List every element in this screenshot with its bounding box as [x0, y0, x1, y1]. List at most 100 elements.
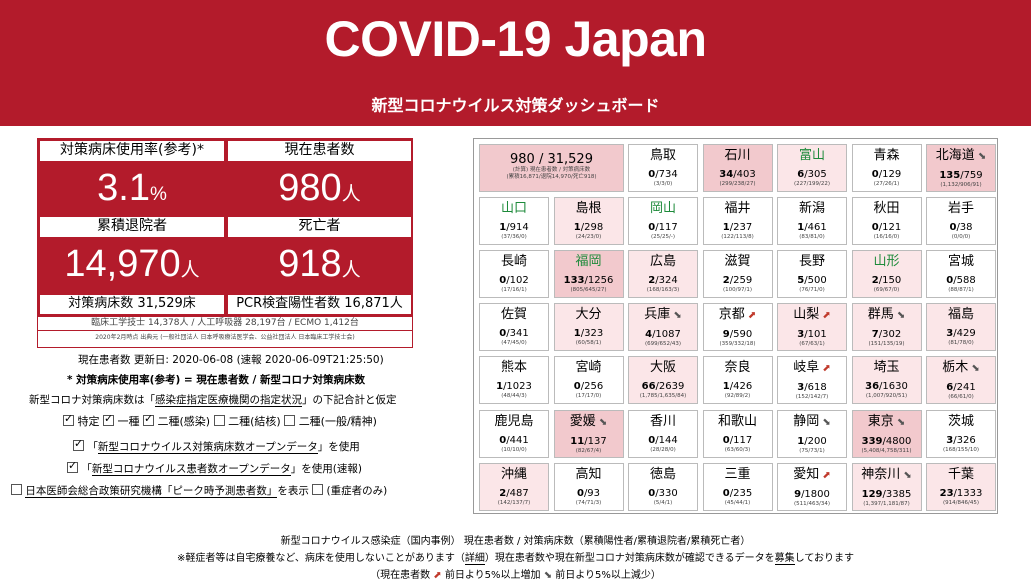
prefecture-cell[interactable]: 岡山 0/117 (25/25/-) — [628, 197, 698, 246]
prefecture-cell[interactable]: 福井 1/237 (122/113/8) — [702, 197, 773, 246]
prefecture-cell[interactable]: 愛媛 ⬊ 11/137 (82/67/4) — [553, 409, 624, 458]
beds-open-data-link[interactable]: 新型コロナウイルス対策病床数オープンデータ — [97, 441, 318, 454]
increase-arrow-icon: ⬈ — [819, 363, 831, 375]
prefecture-breakdown: (25/25/-) — [651, 234, 675, 241]
prefecture-name: 神奈川 ⬊ — [861, 466, 912, 482]
recruit-link[interactable]: 募集 — [774, 553, 795, 565]
prefecture-cell[interactable]: 群馬 ⬊ 7/302 (151/135/19) — [851, 303, 922, 352]
prefecture-cell[interactable]: 埼玉 36/1630 (1,007/920/51) — [851, 356, 922, 405]
prefecture-name: 富山 — [798, 148, 825, 163]
prefecture-cell[interactable]: 三重 0/235 (45/44/1) — [702, 462, 773, 511]
patients-open-data-link[interactable]: 新型コロナウイルス患者数オープンデータ — [91, 463, 291, 476]
prefecture-count: 0/256 — [573, 381, 604, 393]
prefecture-cell[interactable]: 青森 0/129 (27/26/1) — [851, 144, 922, 192]
prefecture-breakdown: (16/16/0) — [873, 234, 900, 241]
prefecture-breakdown: (24/23/0) — [575, 234, 602, 241]
prefecture-name: 愛媛 ⬊ — [569, 413, 608, 429]
prefecture-cell[interactable]: 北海道 ⬊ 135/759 (1,132/906/91) — [926, 144, 996, 192]
discharged-label: 累積退院者 — [40, 217, 224, 237]
prefecture-cell[interactable]: 広島 2/324 (168/163/3) — [628, 250, 698, 299]
prefecture-count: 23/1333 — [939, 487, 983, 499]
prefecture-cell[interactable]: 神奈川 ⬊ 129/3385 (1,397/1,181/87) — [851, 462, 922, 511]
prefecture-cell[interactable]: 福島 3/429 (81/78/0) — [926, 303, 996, 352]
prefecture-cell[interactable]: 新潟 1/461 (83/81/0) — [777, 197, 847, 246]
prefecture-grid: 980 / 31,529 (計算) 現在患者数 / 対策病床数 (累積16,87… — [473, 138, 998, 514]
prefecture-count: 11/137 — [570, 435, 607, 447]
prefecture-cell[interactable]: 石川 34/403 (299/238/27) — [702, 144, 773, 192]
prefecture-breakdown: (69/67/0) — [873, 287, 900, 294]
prefecture-breakdown: (168/163/3) — [646, 287, 680, 294]
prefecture-cell[interactable]: 長崎 0/102 (17/16/1) — [479, 250, 549, 299]
prefecture-cell[interactable]: 兵庫 ⬊ 4/1087 (699/652/43) — [628, 303, 698, 352]
prefecture-cell[interactable]: 宮崎 0/256 (17/17/0) — [553, 356, 624, 405]
prefecture-count: 0/38 — [949, 222, 973, 234]
checkbox-nishu-ippan[interactable] — [284, 415, 296, 426]
prefecture-name: 福岡 — [575, 254, 602, 270]
prefecture-cell[interactable]: 山口 1/914 (37/36/0) — [479, 197, 549, 246]
prefecture-cell[interactable]: 滋賀 2/259 (100/97/1) — [702, 250, 773, 299]
beds-source-link[interactable]: 感染症指定医療機関の指定状況 — [155, 394, 302, 407]
prefecture-cell[interactable]: 大阪 66/2639 (1,785/1,635/84) — [628, 356, 698, 405]
prefecture-breakdown: (5,408/4,758/311) — [861, 447, 912, 454]
checkbox-beds-open-data[interactable] — [73, 437, 84, 451]
prefecture-cell[interactable]: 鹿児島 0/441 (10/10/0) — [479, 409, 549, 458]
prefecture-cell[interactable]: 熊本 1/1023 (48/44/3) — [479, 356, 549, 405]
prefecture-cell[interactable]: 富山 6/305 (227/199/22) — [777, 144, 847, 192]
prefecture-count: 3/326 — [946, 434, 976, 446]
checkbox-nishu-kekkaku[interactable] — [213, 415, 225, 426]
prefecture-cell[interactable]: 岐阜 ⬈ 3/618 (152/142/7) — [777, 356, 847, 405]
current-patients-value: 980人 — [278, 167, 361, 209]
prefecture-cell[interactable]: 岩手 0/38 (0/0/0) — [926, 197, 996, 246]
prefecture-count: 2/324 — [648, 275, 678, 287]
prefecture-cell[interactable]: 千葉 23/1333 (914/846/45) — [926, 462, 996, 511]
prefecture-cell[interactable]: 長野 5/500 (76/71/0) — [777, 250, 847, 299]
peak-prediction-link[interactable]: 日本医師会総合政策研究機構「ピーク時予測患者数」 — [25, 485, 278, 498]
detail-link[interactable]: 詳細 — [464, 553, 485, 565]
prefecture-name: 山形 — [873, 254, 900, 270]
prefecture-name: 茨城 — [947, 413, 974, 429]
checkbox-severe-only[interactable] — [312, 484, 324, 495]
prefecture-cell[interactable]: 秋田 0/121 (16/16/0) — [851, 197, 922, 246]
prefecture-cell[interactable]: 島根 1/298 (24/23/0) — [553, 197, 624, 246]
prefecture-cell[interactable]: 沖縄 2/487 (142/137/7) — [479, 462, 549, 511]
checkbox-peak-prediction[interactable] — [11, 484, 22, 495]
checkbox-tokutei[interactable] — [63, 412, 74, 426]
prefecture-breakdown: (100/97/1) — [723, 287, 752, 294]
total-cell[interactable]: 980 / 31,529 (計算) 現在患者数 / 対策病床数 (累積16,87… — [479, 144, 624, 192]
checkbox-nishu-kansen[interactable] — [143, 412, 154, 426]
prefecture-cell[interactable]: 宮城 0/588 (88/87/1) — [926, 250, 996, 299]
prefecture-name: 福井 — [724, 201, 751, 217]
prefecture-cell[interactable]: 佐賀 0/341 (47/45/0) — [479, 303, 549, 352]
checkbox-patients-open-data[interactable] — [67, 459, 78, 473]
decrease-arrow-icon: ⬊ — [968, 363, 980, 375]
prefecture-cell[interactable]: 京都 ⬈ 9/590 (359/332/18) — [702, 303, 773, 352]
prefecture-cell[interactable]: 山梨 ⬈ 3/101 (67/63/1) — [777, 303, 847, 352]
prefecture-cell[interactable]: 鳥取 0/734 (3/3/0) — [628, 144, 698, 192]
prefecture-breakdown: (1,132/906/91) — [940, 182, 982, 188]
prefecture-cell[interactable]: 徳島 0/330 (5/4/1) — [628, 462, 698, 511]
prefecture-name: 高知 — [575, 466, 602, 482]
beds-source-text: 新型コロナ対策病床数は「感染症指定医療機関の指定状況」の下記合計と仮定 — [29, 394, 397, 407]
prefecture-count: 0/330 — [648, 487, 678, 499]
stats-panel: 対策病床使用率(参考)* 現在患者数 3.1% 980人 累積退院者 死亡者 1… — [37, 138, 413, 348]
prefecture-cell[interactable]: 静岡 ⬊ 1/200 (75/73/1) — [777, 409, 847, 458]
prefecture-breakdown: (67/63/1) — [799, 341, 825, 348]
prefecture-cell[interactable]: 茨城 3/326 (168/155/10) — [926, 409, 996, 458]
prefecture-cell[interactable]: 和歌山 0/117 (63/60/3) — [702, 409, 773, 458]
prefecture-cell[interactable]: 香川 0/144 (28/28/0) — [628, 409, 698, 458]
prefecture-cell[interactable]: 愛知 ⬈ 9/1800 (511/463/34) — [777, 462, 847, 511]
prefecture-cell[interactable]: 栃木 ⬊ 6/241 (66/61/0) — [926, 356, 996, 405]
prefecture-breakdown: (511/463/34) — [794, 500, 830, 507]
prefecture-cell[interactable]: 奈良 1/426 (92/89/2) — [702, 356, 773, 405]
prefecture-name: 徳島 — [649, 466, 676, 482]
checkbox-isshu[interactable] — [103, 412, 114, 426]
prefecture-cell[interactable]: 東京 ⬊ 339/4800 (5,408/4,758/311) — [851, 409, 922, 458]
prefecture-cell[interactable]: 高知 0/93 (74/71/3) — [553, 462, 624, 511]
prefecture-breakdown: (75/73/1) — [799, 447, 825, 454]
prefecture-cell[interactable]: 大分 1/323 (60/58/1) — [553, 303, 624, 352]
prefecture-cell[interactable]: 山形 2/150 (69/67/0) — [851, 250, 922, 299]
prefecture-count: 5/500 — [797, 275, 827, 287]
source-note[interactable]: 2020年2月時点 出典元 (一般社団法人 日本呼吸療法医学会、公益社団法人 日… — [38, 331, 412, 347]
prefecture-count: 2/487 — [499, 487, 529, 499]
prefecture-cell[interactable]: 福岡 133/1256 (805/645/27) — [553, 250, 624, 299]
